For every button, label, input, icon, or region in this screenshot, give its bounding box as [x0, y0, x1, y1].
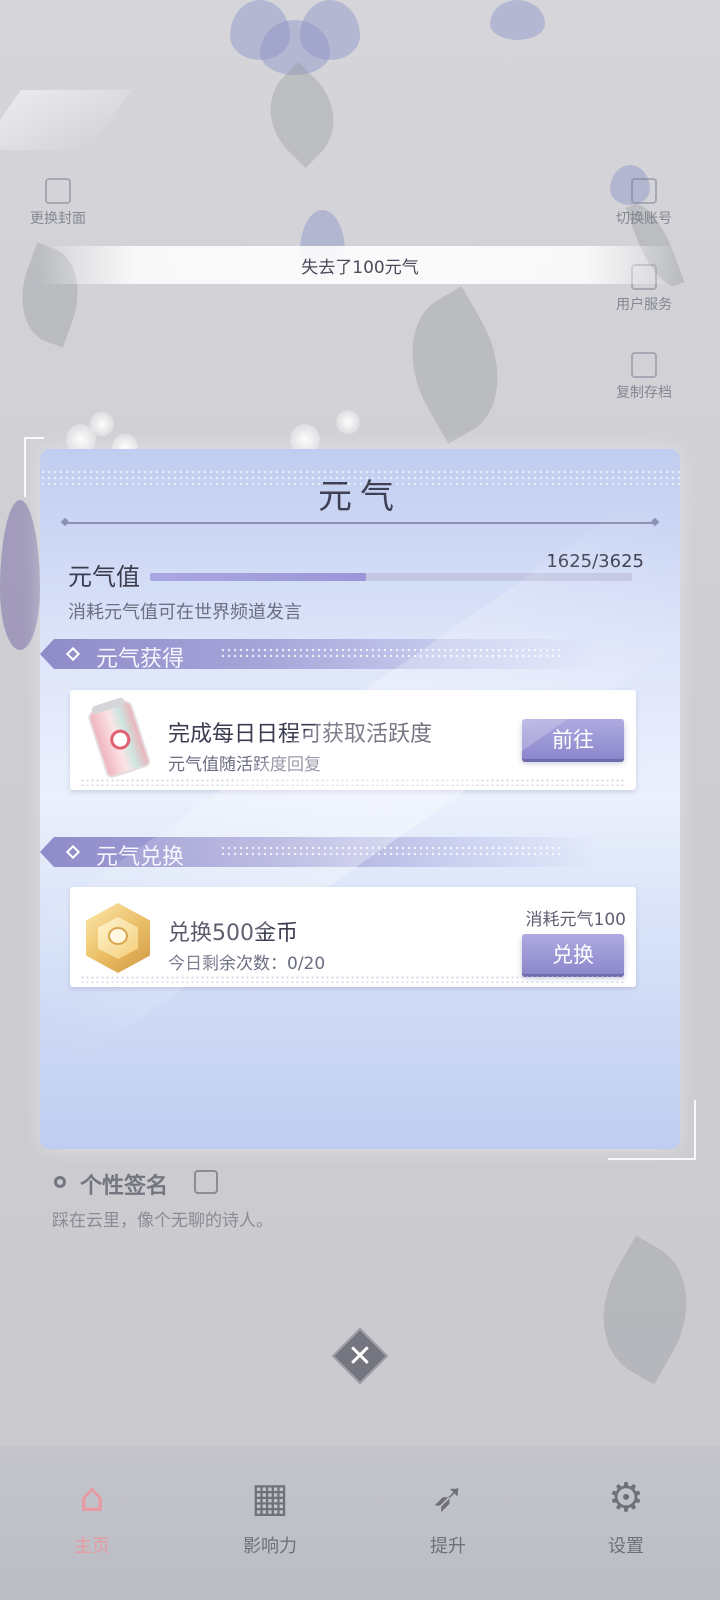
rocket-icon: ➶	[431, 1475, 465, 1521]
leaf-decoration	[383, 286, 527, 444]
soda-can-icon	[86, 698, 152, 780]
copy-save-icon	[631, 352, 657, 378]
card-dots	[80, 778, 626, 786]
vitality-progress-fill	[150, 573, 367, 581]
grid-icon: ▦	[251, 1475, 289, 1521]
home-icon: ⌂	[79, 1475, 105, 1521]
close-icon[interactable]: ✕	[340, 1333, 380, 1379]
vitality-note: 消耗元气值可在世界频道发言	[68, 602, 302, 623]
gear-icon: ⚙	[608, 1475, 644, 1521]
exchange-card-title: 兑换500金币	[168, 921, 298, 946]
gold-coin-face	[108, 927, 128, 945]
switch-account-button[interactable]: 切换账号	[616, 178, 672, 228]
nav-label: 设置	[608, 1536, 644, 1557]
section-dots	[220, 647, 560, 659]
switch-account-icon	[631, 178, 657, 204]
toast-text: 失去了100元气	[301, 257, 419, 278]
nav-label: 提升	[430, 1536, 466, 1557]
diamond-icon	[65, 844, 81, 860]
nav-item-influence[interactable]: ▦ 影响力	[220, 1474, 320, 1558]
flower-decoration	[0, 500, 40, 650]
nav-item-upgrade[interactable]: ➶ 提升	[398, 1474, 498, 1558]
gain-card-title: 完成每日日程可获取活跃度	[168, 722, 433, 747]
bubble-decoration	[336, 410, 360, 434]
section-header-exchange: 元气兑换	[40, 837, 600, 867]
nav-label: 影响力	[243, 1536, 297, 1557]
bottom-nav: ⌂ 主页 ▦ 影响力 ➶ 提升 ⚙ 设置	[0, 1446, 720, 1600]
gain-card: 完成每日日程可获取活跃度 元气值随活跃度回复 前往	[70, 690, 636, 790]
leaf-decoration	[576, 1235, 714, 1385]
toast-message: 失去了100元气	[40, 246, 680, 284]
gold-coin-inner	[98, 917, 138, 959]
nav-item-settings[interactable]: ⚙ 设置	[576, 1474, 676, 1558]
section-header-gain: 元气获得	[40, 639, 600, 669]
vitality-label: 元气值	[68, 563, 140, 591]
exchange-card-subtitle: 今日剩余次数：0/20	[168, 954, 326, 974]
goto-button[interactable]: 前往	[522, 719, 624, 759]
flower-decoration	[490, 0, 545, 40]
signature-text: 踩在云里，像个无聊的诗人。	[52, 1211, 273, 1231]
panel-title: 元气	[318, 477, 402, 517]
change-cover-button[interactable]: 更换封面	[30, 178, 86, 228]
vitality-progress-bar	[150, 573, 632, 581]
bubble-decoration	[90, 412, 114, 436]
edit-icon[interactable]	[194, 1170, 218, 1194]
exchange-cost: 消耗元气100	[525, 910, 626, 930]
cover-icon	[45, 178, 71, 204]
section-dots	[220, 845, 560, 857]
card-dots	[80, 975, 626, 983]
section-title: 元气兑换	[96, 845, 185, 870]
nav-label: 主页	[74, 1536, 110, 1557]
back-tab-shape	[0, 90, 132, 150]
vitality-panel: 元气 元气值 1625/3625 消耗元气值可在世界频道发言 元气获得 完成每日…	[40, 449, 680, 1149]
leaf-decoration	[248, 61, 356, 169]
copy-save-button[interactable]: 复制存档	[616, 352, 672, 402]
diamond-icon	[65, 646, 81, 662]
signature-bullet-icon	[54, 1176, 66, 1188]
title-divider	[64, 522, 656, 524]
gold-coin-icon	[86, 903, 150, 973]
signature-title: 个性签名	[80, 1174, 169, 1199]
nav-item-home[interactable]: ⌂ 主页	[42, 1474, 142, 1558]
exchange-button[interactable]: 兑换	[522, 934, 624, 974]
vitality-value: 1625/3625	[546, 551, 644, 572]
gain-card-subtitle: 元气值随活跃度回复	[168, 755, 321, 775]
section-title: 元气获得	[96, 647, 185, 672]
can-logo	[107, 727, 133, 753]
exchange-card: 兑换500金币 今日剩余次数：0/20 消耗元气100 兑换	[70, 887, 636, 987]
